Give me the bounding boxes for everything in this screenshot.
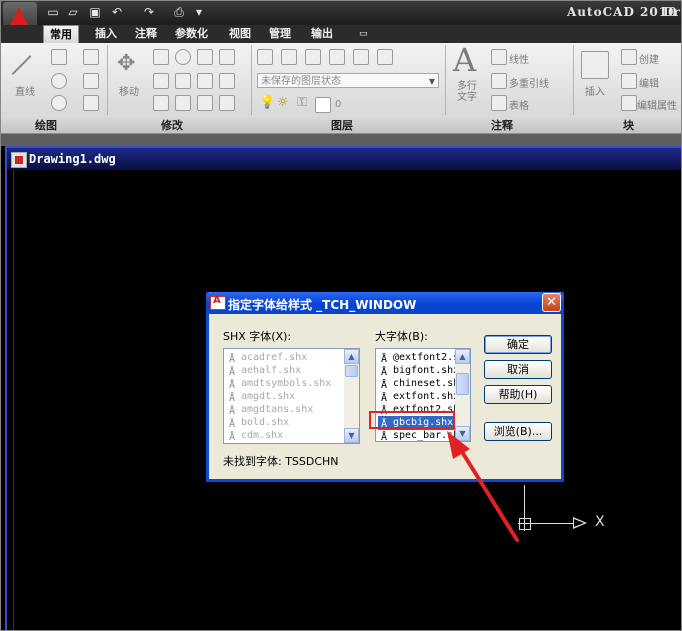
annotation-arrow-icon	[447, 431, 519, 542]
screen: ▭ ▱ ▣ ↶ ↷ ⎙ ▾ AutoCAD 2010 Dr ▼ 常用 插入 注释…	[0, 0, 682, 631]
